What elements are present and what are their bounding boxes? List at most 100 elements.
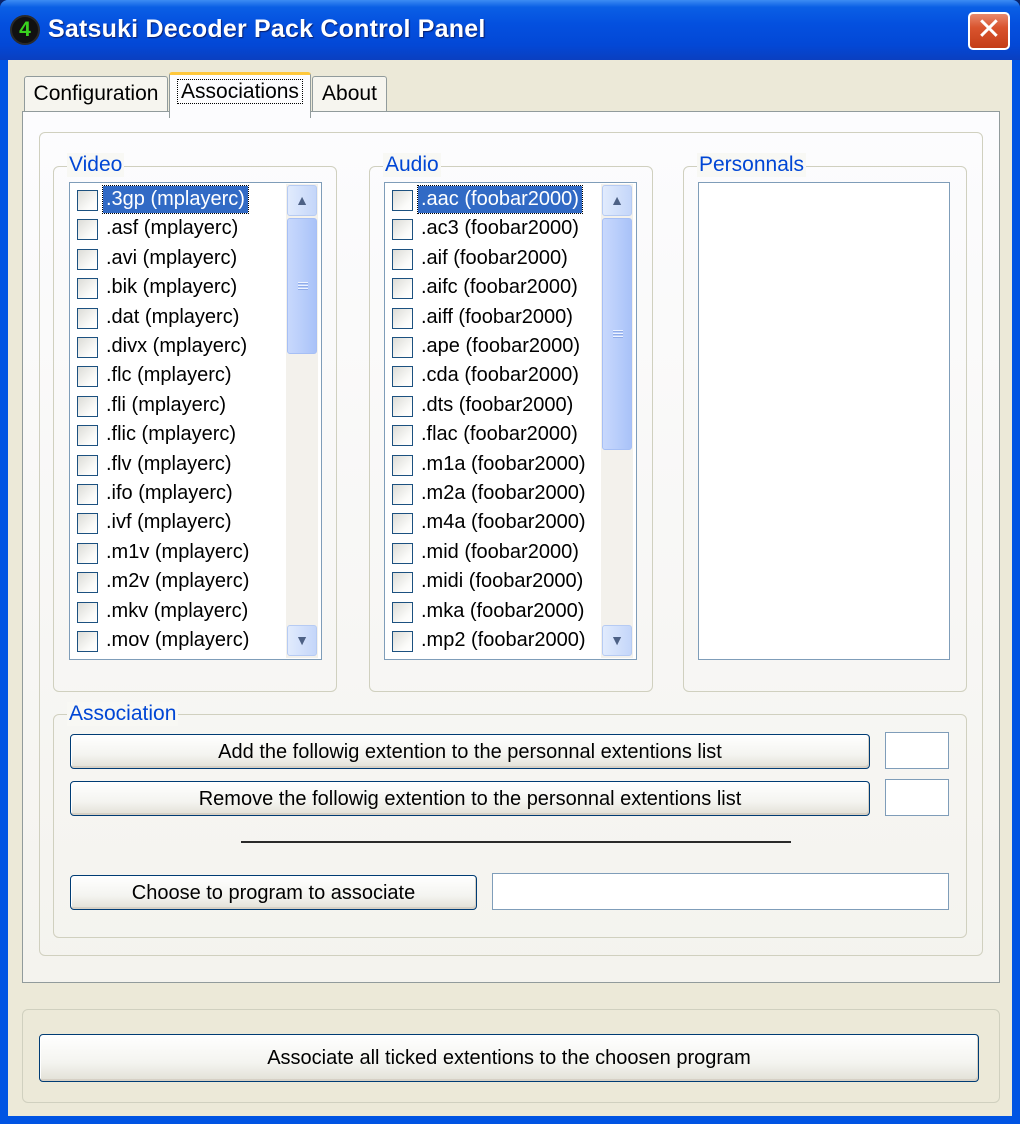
- scroll-up-arrow-icon[interactable]: ▲: [287, 185, 317, 216]
- audio-list-item[interactable]: .dts (foobar2000): [388, 392, 598, 421]
- audio-item-checkbox[interactable]: [392, 454, 413, 476]
- video-group-label: Video: [67, 153, 125, 177]
- video-list-item[interactable]: .mkv (mplayerc): [73, 598, 283, 627]
- audio-list-item[interactable]: .m1a (foobar2000): [388, 451, 598, 480]
- audio-list-item[interactable]: .mid (foobar2000): [388, 539, 598, 568]
- audio-list-item[interactable]: .mp2 (foobar2000): [388, 627, 598, 656]
- scroll-down-arrow-icon[interactable]: ▼: [602, 625, 632, 656]
- video-item-label: .ifo (mplayerc): [106, 482, 233, 504]
- video-item-checkbox[interactable]: [77, 307, 98, 329]
- video-item-label: .mkv (mplayerc): [106, 599, 249, 622]
- audio-item-checkbox[interactable]: [392, 219, 413, 241]
- video-scrollbar[interactable]: ▲ ▼: [286, 184, 318, 658]
- audio-item-checkbox[interactable]: [392, 366, 413, 388]
- video-item-checkbox[interactable]: [77, 484, 98, 505]
- audio-item-checkbox[interactable]: [392, 601, 413, 623]
- audio-list-item[interactable]: .midi (foobar2000): [388, 568, 598, 597]
- video-list-item[interactable]: .asf (mplayerc): [73, 215, 283, 244]
- video-item-label: .ivf (mplayerc): [106, 511, 232, 534]
- audio-scrollbar[interactable]: ▲ ▼: [601, 184, 633, 658]
- add-extension-input[interactable]: [885, 732, 949, 769]
- audio-item-label: .mp2 (foobar2000): [421, 629, 586, 651]
- video-item-checkbox[interactable]: [77, 278, 98, 300]
- video-item-checkbox[interactable]: [77, 601, 98, 623]
- program-path-input[interactable]: [492, 873, 949, 910]
- audio-item-checkbox[interactable]: [392, 248, 413, 270]
- associations-panel: Video .3gp (mplayerc) .asf (mplayerc) .avi…: [22, 111, 1000, 983]
- choose-program-button[interactable]: Choose to program to associate: [70, 875, 477, 910]
- audio-listbox[interactable]: .aac (foobar2000) .ac3 (foobar2000) .aif (…: [384, 182, 637, 660]
- video-list-item[interactable]: .divx (mplayerc): [73, 333, 283, 362]
- title-bar[interactable]: 4 Satsuki Decoder Pack Control Panel ✕: [0, 0, 1020, 60]
- video-item-checkbox[interactable]: [77, 513, 98, 535]
- grip-icon: [298, 282, 308, 291]
- video-list-item[interactable]: .flic (mplayerc): [73, 421, 283, 450]
- audio-list-item[interactable]: .flac (foobar2000): [388, 421, 598, 450]
- audio-item-checkbox[interactable]: [392, 425, 413, 447]
- audio-item-label: .m2a (foobar2000): [421, 482, 586, 504]
- audio-item-checkbox[interactable]: [392, 542, 413, 564]
- audio-list-item[interactable]: .aac (foobar2000): [388, 185, 598, 215]
- video-item-label: .bik (mplayerc): [106, 276, 238, 299]
- audio-item-checkbox[interactable]: [392, 513, 413, 535]
- audio-item-checkbox[interactable]: [392, 307, 413, 329]
- video-item-checkbox[interactable]: [77, 454, 98, 476]
- video-list-item[interactable]: .ifo (mplayerc): [73, 480, 283, 509]
- remove-extension-button[interactable]: Remove the followig extention to the per…: [70, 781, 870, 816]
- video-item-checkbox[interactable]: [77, 425, 98, 447]
- video-item-checkbox[interactable]: [77, 190, 98, 211]
- video-listbox[interactable]: .3gp (mplayerc) .asf (mplayerc) .avi (mpla…: [69, 182, 322, 660]
- video-item-checkbox[interactable]: [77, 366, 98, 388]
- audio-list-item[interactable]: .aiff (foobar2000): [388, 304, 598, 333]
- audio-item-checkbox[interactable]: [392, 278, 413, 300]
- tab-configuration[interactable]: Configuration: [24, 76, 168, 114]
- audio-list-item[interactable]: .mka (foobar2000): [388, 598, 598, 627]
- tab-associations[interactable]: Associations: [169, 72, 311, 118]
- video-list-item[interactable]: .flv (mplayerc): [73, 451, 283, 480]
- video-list-item[interactable]: .m1v (mplayerc): [73, 539, 283, 568]
- add-extension-button[interactable]: Add the followig extention to the person…: [70, 734, 870, 769]
- video-list-item[interactable]: .avi (mplayerc): [73, 245, 283, 274]
- personnals-listbox[interactable]: [698, 182, 950, 660]
- video-scroll-thumb[interactable]: [287, 218, 317, 354]
- close-button[interactable]: ✕: [968, 12, 1010, 50]
- audio-item-checkbox[interactable]: [392, 395, 413, 417]
- video-item-checkbox[interactable]: [77, 248, 98, 270]
- video-item-checkbox[interactable]: [77, 337, 98, 358]
- audio-item-checkbox[interactable]: [392, 631, 413, 652]
- audio-list-item[interactable]: .m4a (foobar2000): [388, 509, 598, 538]
- audio-list-item[interactable]: .aif (foobar2000): [388, 245, 598, 274]
- remove-extension-input[interactable]: [885, 779, 949, 816]
- video-item-checkbox[interactable]: [77, 542, 98, 564]
- audio-item-label: .aiff (foobar2000): [421, 305, 573, 328]
- video-list-item[interactable]: .flc (mplayerc): [73, 362, 283, 391]
- video-item-checkbox[interactable]: [77, 395, 98, 417]
- audio-item-checkbox[interactable]: [392, 190, 413, 211]
- video-item-label: .flv (mplayerc): [106, 452, 232, 475]
- video-item-label: .avi (mplayerc): [106, 246, 238, 269]
- audio-list-item[interactable]: .ape (foobar2000): [388, 333, 598, 362]
- video-list-item[interactable]: .dat (mplayerc): [73, 304, 283, 333]
- scroll-up-arrow-icon[interactable]: ▲: [602, 185, 632, 216]
- video-list-item[interactable]: .m2v (mplayerc): [73, 568, 283, 597]
- audio-item-checkbox[interactable]: [392, 484, 413, 505]
- audio-list-item[interactable]: .ac3 (foobar2000): [388, 215, 598, 244]
- audio-item-checkbox[interactable]: [392, 337, 413, 358]
- associate-all-button[interactable]: Associate all ticked extentions to the c…: [39, 1034, 979, 1082]
- scroll-down-arrow-icon[interactable]: ▼: [287, 625, 317, 656]
- video-list-item[interactable]: .ivf (mplayerc): [73, 509, 283, 538]
- audio-list-item[interactable]: .cda (foobar2000): [388, 362, 598, 391]
- audio-list-item[interactable]: .m2a (foobar2000): [388, 480, 598, 509]
- audio-list-item[interactable]: .aifc (foobar2000): [388, 274, 598, 303]
- video-item-checkbox[interactable]: [77, 631, 98, 652]
- video-item-checkbox[interactable]: [77, 572, 98, 594]
- video-item-checkbox[interactable]: [77, 219, 98, 241]
- video-list-item[interactable]: .fli (mplayerc): [73, 392, 283, 421]
- video-list-item[interactable]: .bik (mplayerc): [73, 274, 283, 303]
- audio-item-label: .cda (foobar2000): [421, 364, 579, 387]
- tab-about[interactable]: About: [312, 76, 387, 114]
- audio-item-checkbox[interactable]: [392, 572, 413, 594]
- video-list-item[interactable]: .3gp (mplayerc): [73, 185, 283, 215]
- audio-scroll-thumb[interactable]: [602, 218, 632, 450]
- video-list-item[interactable]: .mov (mplayerc): [73, 627, 283, 656]
